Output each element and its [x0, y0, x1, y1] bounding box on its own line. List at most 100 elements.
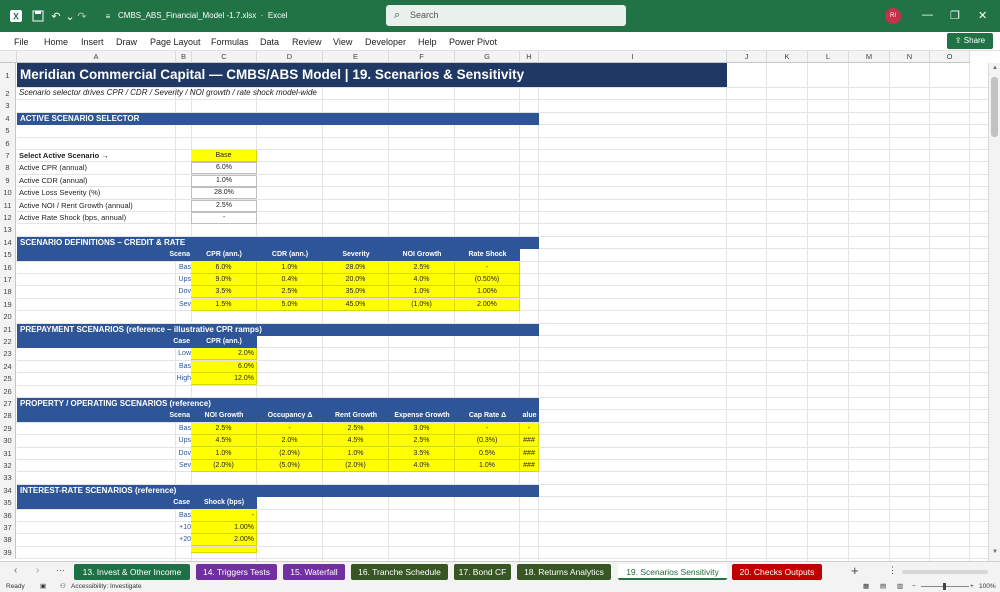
input-cell-partial[interactable] [191, 546, 257, 553]
input-cell[interactable]: (0.3%) [455, 435, 520, 448]
input-cell[interactable]: 2.00% [191, 534, 257, 547]
menu-developer[interactable]: Developer [365, 37, 406, 47]
sheet-tab[interactable]: 14. Triggers Tests [196, 564, 277, 580]
row-header[interactable]: 25 [0, 373, 16, 386]
column-header-b[interactable]: B [176, 51, 192, 63]
avatar[interactable]: RI [885, 8, 901, 24]
input-cell[interactable]: ### [520, 460, 539, 472]
input-cell[interactable]: 2.00% [455, 298, 520, 311]
input-cell[interactable]: 2.0% [191, 348, 257, 361]
input-cell[interactable]: 20.0% [323, 274, 389, 286]
row-header[interactable]: 12 [0, 212, 16, 225]
input-cell[interactable]: 3.5% [389, 447, 455, 460]
menu-file[interactable]: File [14, 37, 29, 47]
input-cell[interactable]: 1.0% [323, 447, 389, 460]
vertical-scrollbar[interactable]: ▲ ▼ [988, 63, 1000, 561]
tab-prev-icon[interactable]: ‹ [14, 565, 17, 576]
input-cell[interactable]: - [455, 422, 520, 435]
page-layout-view-icon[interactable]: ▤ [880, 581, 886, 592]
input-cell[interactable]: 45.0% [323, 298, 389, 311]
menu-review[interactable]: Review [292, 37, 322, 47]
more-tabs-icon[interactable]: ··· [56, 565, 65, 575]
row-header[interactable]: 39 [0, 546, 16, 560]
column-header-k[interactable]: K [767, 51, 808, 63]
input-cell[interactable]: 1.0% [191, 447, 257, 460]
row-header[interactable]: 32 [0, 460, 16, 473]
row-header[interactable]: 20 [0, 311, 16, 324]
row-header[interactable]: 15 [0, 249, 16, 262]
row-header[interactable]: 1 [0, 63, 16, 88]
customize-toolbar-icon[interactable]: ≡ [100, 8, 116, 24]
input-cell[interactable]: - [455, 261, 520, 274]
row-header[interactable]: 8 [0, 162, 16, 175]
select-all-corner[interactable] [0, 51, 17, 63]
redo-icon[interactable]: ↷ [74, 8, 90, 24]
input-cell[interactable]: 2.5% [389, 261, 455, 274]
horizontal-scrollbar[interactable] [902, 570, 988, 574]
zoom-out-icon[interactable]: − [912, 581, 916, 592]
menu-insert[interactable]: Insert [81, 37, 104, 47]
row-header[interactable]: 23 [0, 348, 16, 361]
share-button[interactable]: ⇪ Share [947, 33, 993, 49]
input-cell[interactable]: 2.5% [257, 286, 323, 299]
input-cell[interactable]: 2.5% [323, 422, 389, 435]
row-header[interactable]: 6 [0, 137, 16, 150]
input-cell[interactable]: 1.0% [389, 286, 455, 299]
input-cell[interactable]: 12.0% [191, 373, 257, 386]
input-cell[interactable]: (2.0%) [323, 460, 389, 472]
save-icon[interactable] [30, 8, 46, 24]
sheet-tab[interactable]: 17. Bond CF [454, 564, 511, 580]
input-cell[interactable]: (2.0%) [191, 460, 257, 472]
column-header-g[interactable]: G [455, 51, 520, 63]
row-header[interactable]: 7 [0, 150, 16, 163]
input-cell[interactable]: 1.5% [191, 298, 257, 311]
input-cell[interactable]: 0.5% [455, 447, 520, 460]
scroll-down-icon[interactable]: ▼ [992, 549, 998, 555]
column-header-c[interactable]: C [192, 51, 257, 63]
row-header[interactable]: 37 [0, 522, 16, 535]
row-header[interactable]: 24 [0, 360, 16, 374]
sheet-tab[interactable]: 16. Tranche Schedule [351, 564, 448, 580]
input-cell[interactable]: 1.0% [257, 261, 323, 274]
input-cell[interactable]: - [191, 509, 257, 522]
search-input[interactable]: ⌕ Search [386, 5, 626, 26]
page-break-view-icon[interactable]: ▥ [897, 581, 903, 592]
input-cell[interactable]: 1.00% [191, 522, 257, 534]
row-header[interactable]: 3 [0, 100, 16, 113]
input-cell[interactable]: 2.5% [191, 422, 257, 435]
input-cell[interactable]: 3.0% [389, 422, 455, 435]
row-header[interactable]: 27 [0, 398, 16, 411]
input-cell[interactable]: 0.4% [257, 274, 323, 286]
column-header-m[interactable]: M [849, 51, 890, 63]
input-cell[interactable]: 4.5% [191, 435, 257, 448]
input-cell[interactable]: - [520, 422, 539, 435]
input-cell[interactable]: 4.0% [389, 274, 455, 286]
minimize-icon[interactable]: — [922, 9, 933, 21]
row-header[interactable]: 4 [0, 112, 16, 126]
row-header[interactable]: 28 [0, 410, 16, 423]
sheet-tab[interactable]: 19. Scenarios Sensitivity [618, 564, 727, 580]
column-header-e[interactable]: E [323, 51, 389, 63]
input-cell[interactable]: ### [520, 435, 539, 448]
normal-view-icon[interactable]: ▦ [863, 581, 869, 592]
menu-data[interactable]: Data [260, 37, 279, 47]
row-header[interactable]: 13 [0, 224, 16, 237]
row-header[interactable]: 30 [0, 435, 16, 448]
row-header[interactable]: 17 [0, 274, 16, 287]
sheet-tab[interactable]: 13. Invest & Other Income [74, 564, 190, 580]
column-header-f[interactable]: F [389, 51, 455, 63]
scroll-up-icon[interactable]: ▲ [992, 65, 998, 71]
menu-help[interactable]: Help [418, 37, 437, 47]
input-cell[interactable]: 6.0% [191, 360, 257, 373]
column-header-o[interactable]: O [930, 51, 970, 63]
input-cell[interactable]: ### [520, 447, 539, 460]
row-header[interactable]: 19 [0, 298, 16, 312]
row-header[interactable]: 9 [0, 174, 16, 188]
sheet-tab[interactable]: 15. Waterfall [283, 564, 345, 580]
column-header-h[interactable]: H [520, 51, 539, 63]
menu-formulas[interactable]: Formulas [211, 37, 249, 47]
sheet-tab[interactable]: 18. Returns Analytics [517, 564, 611, 580]
zoom-slider-thumb[interactable] [943, 583, 946, 590]
column-header-l[interactable]: L [808, 51, 849, 63]
input-cell[interactable]: 2.0% [257, 435, 323, 448]
